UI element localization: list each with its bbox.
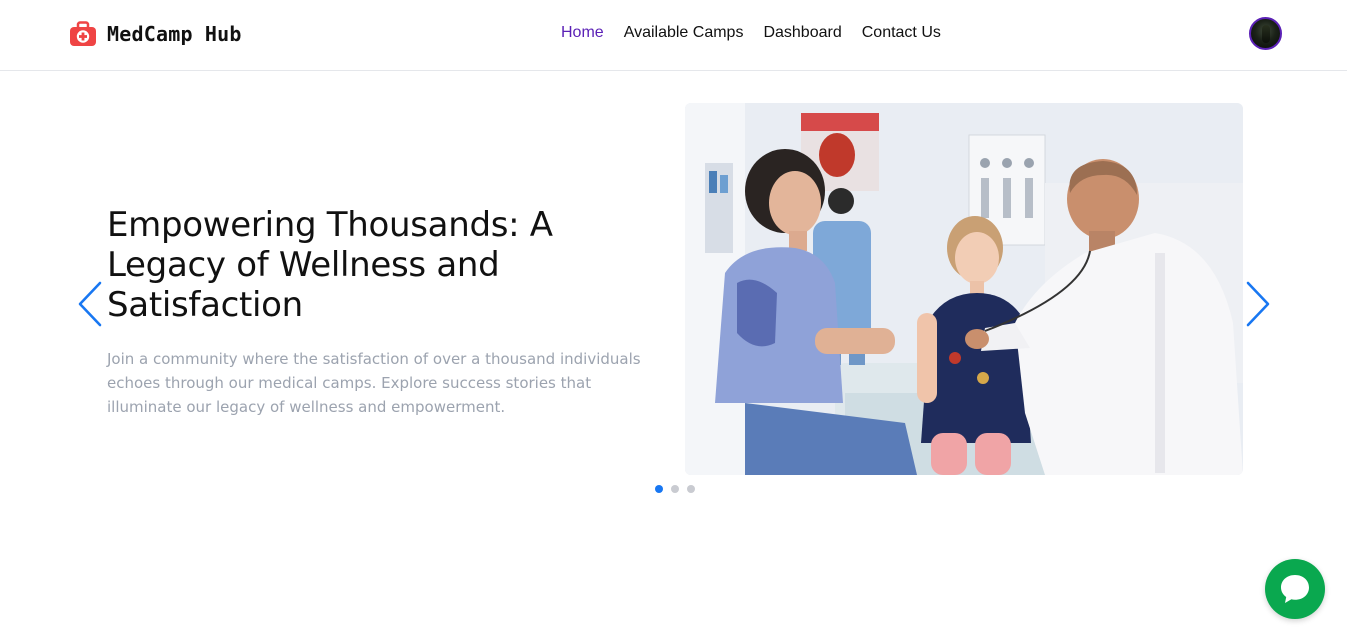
- chat-button[interactable]: [1265, 559, 1325, 619]
- brand-name: MedCamp Hub: [107, 22, 242, 46]
- carousel-dot-1[interactable]: [655, 485, 663, 493]
- chevron-right-icon[interactable]: [1243, 280, 1273, 328]
- main-nav: Home Available Camps Dashboard Contact U…: [561, 24, 941, 42]
- nav-contact-us[interactable]: Contact Us: [862, 24, 941, 42]
- carousel-dot-3[interactable]: [687, 485, 695, 493]
- brand-logo[interactable]: MedCamp Hub: [69, 21, 242, 47]
- first-aid-kit-icon: [70, 21, 96, 46]
- slide-title: Empowering Thousands: A Legacy of Wellne…: [107, 205, 553, 325]
- chevron-left-icon[interactable]: [75, 280, 105, 328]
- doctor-examining-child-photo: [685, 103, 1243, 475]
- carousel-pagination: [655, 485, 695, 493]
- carousel-dot-2[interactable]: [671, 485, 679, 493]
- chat-bubble-icon: [1281, 575, 1309, 603]
- slide-description: Join a community where the satisfaction …: [107, 350, 641, 416]
- nav-available-camps[interactable]: Available Camps: [624, 24, 744, 42]
- user-avatar[interactable]: [1249, 17, 1282, 50]
- slide-content: Empowering Thousands: A Legacy of Wellne…: [107, 205, 677, 419]
- nav-home[interactable]: Home: [561, 24, 604, 42]
- nav-dashboard[interactable]: Dashboard: [763, 24, 841, 42]
- navbar: MedCamp Hub Home Available Camps Dashboa…: [0, 0, 1347, 71]
